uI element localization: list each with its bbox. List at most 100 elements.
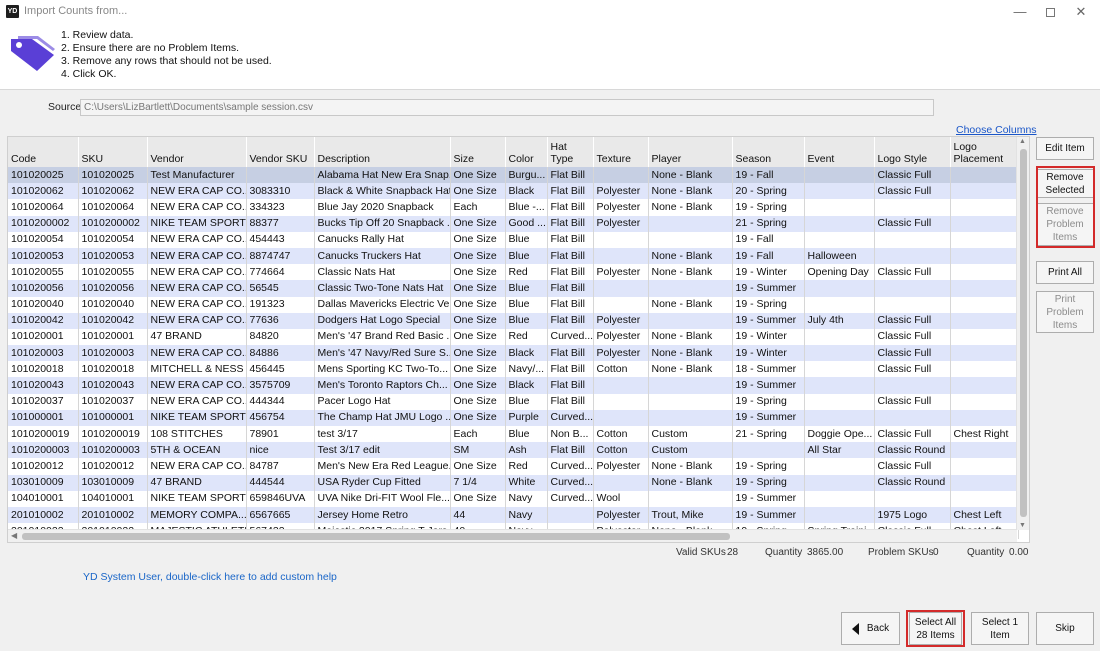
column-header[interactable]: Description (314, 137, 451, 167)
table-cell: None - Blank (648, 345, 733, 362)
horizontal-scrollbar[interactable]: ◀ (8, 529, 1017, 542)
table-row[interactable]: 1010200003 1010200003 5TH & OCEAN nice Test … (8, 442, 1019, 459)
custom-help-link[interactable]: YD System User, double-click here to add… (83, 571, 337, 583)
table-cell: Blue (505, 296, 548, 313)
table-row[interactable]: 101020043 101020043 NEW ERA CAP CO.... 3575… (8, 377, 1019, 394)
table-row[interactable]: 201010002 201010002 MEMORY COMPA... 6567665… (8, 506, 1019, 524)
table-cell: Men's '47 Brand Red Basic ... (314, 328, 451, 346)
table-cell (950, 247, 1019, 265)
column-header[interactable]: Vendor SKU (246, 137, 315, 167)
table-row[interactable]: 103010009 103010009 47 BRAND 444544 USA Ryde… (8, 474, 1019, 491)
table-cell: Classic Full (874, 458, 951, 475)
skip-button[interactable]: Skip (1036, 612, 1094, 645)
table-cell (593, 474, 649, 491)
column-header[interactable]: Player (648, 137, 733, 167)
print-problem-items-button[interactable]: Print Problem Items (1036, 291, 1094, 333)
choose-columns-link[interactable]: Choose Columns (956, 124, 1037, 136)
table-cell: July 4th (804, 312, 875, 329)
table-cell: Men's Toronto Raptors Ch... (314, 377, 451, 394)
remove-problem-items-button[interactable]: Remove Problem Items (1036, 203, 1094, 246)
horizontal-scroll-thumb[interactable] (22, 533, 730, 540)
column-header[interactable]: Color (505, 137, 548, 167)
table-row[interactable]: 101020040 101020040 NEW ERA CAP CO.... 1913… (8, 296, 1019, 313)
table-cell: 19 - Summer (732, 490, 805, 507)
edit-item-button[interactable]: Edit Item (1036, 137, 1094, 160)
table-cell: 19 - Fall (732, 231, 805, 248)
scroll-left-icon[interactable]: ◀ (11, 531, 17, 540)
table-cell (950, 458, 1019, 475)
column-header[interactable]: Hat Type (547, 137, 594, 167)
import-data-grid[interactable]: Code SKU Vendor Vendor SKU Description Size Co… (7, 136, 1030, 543)
table-cell: 19 - Summer (732, 409, 805, 426)
table-cell: Classic Nats Hat (314, 264, 451, 281)
column-header[interactable]: SKU (78, 137, 148, 167)
table-row[interactable]: 101020042 101020042 NEW ERA CAP CO.... 7763… (8, 312, 1019, 329)
maximize-icon[interactable] (1035, 2, 1065, 22)
close-icon[interactable]: ✕ (1066, 2, 1096, 22)
table-cell: Flat Bill (547, 215, 594, 232)
table-row[interactable]: 101020001 101020001 47 BRAND 84820 Men's '47… (8, 328, 1019, 346)
table-cell: 101020040 (78, 296, 148, 313)
table-cell: 21 - Spring (732, 215, 805, 232)
scroll-up-icon[interactable]: ▲ (1019, 138, 1026, 145)
column-header[interactable]: Logo Placement (950, 137, 1019, 167)
minimize-icon[interactable]: — (1005, 2, 1035, 22)
table-cell: 101020018 (8, 361, 79, 378)
instruction-step: 4. Click OK. (61, 68, 117, 80)
table-cell: 77636 (246, 312, 315, 329)
table-row[interactable]: 101020053 101020053 NEW ERA CAP CO.... 8874… (8, 247, 1019, 265)
title-bar: YD Import Counts from... — ✕ (0, 0, 1100, 24)
column-header[interactable]: Logo Style (874, 137, 951, 167)
table-cell: Cotton (593, 442, 649, 459)
column-header[interactable]: Vendor (147, 137, 247, 167)
table-cell (648, 409, 733, 426)
table-row[interactable]: 101000001 101000001 NIKE TEAM SPORTS 456754… (8, 409, 1019, 426)
column-header[interactable]: Size (450, 137, 506, 167)
table-cell: 101020012 (8, 458, 79, 475)
table-row[interactable]: 101020054 101020054 NEW ERA CAP CO.... 4544… (8, 231, 1019, 248)
table-cell: Curved... (547, 409, 594, 426)
table-cell (804, 490, 875, 507)
source-label: Source (48, 101, 82, 113)
source-path-field[interactable] (80, 99, 934, 116)
table-row[interactable]: 101020037 101020037 NEW ERA CAP CO.... 4443… (8, 393, 1019, 410)
select-one-button[interactable]: Select 1 Item (971, 612, 1029, 645)
table-row[interactable]: 101020062 101020062 NEW ERA CAP CO.... 3083… (8, 183, 1019, 200)
table-cell: One Size (450, 328, 506, 346)
table-cell: None - Blank (648, 296, 733, 313)
table-cell (874, 490, 951, 507)
print-all-button[interactable]: Print All (1036, 261, 1094, 284)
column-header[interactable]: Season (732, 137, 805, 167)
table-row[interactable]: 101020056 101020056 NEW ERA CAP CO.... 5654… (8, 280, 1019, 297)
vertical-scroll-thumb[interactable] (1020, 149, 1027, 517)
window-title: Import Counts from... (24, 5, 128, 17)
table-cell: 101020040 (8, 296, 79, 313)
table-row[interactable]: 101020012 101020012 NEW ERA CAP CO.... 8478… (8, 458, 1019, 475)
column-header[interactable]: Event (804, 137, 875, 167)
table-cell: Navy (505, 490, 548, 507)
remove-selected-button[interactable]: Remove Selected (1036, 169, 1094, 198)
table-cell: 101020056 (8, 280, 79, 297)
table-row[interactable]: 101020003 101020003 NEW ERA CAP CO.... 8488… (8, 345, 1019, 362)
column-header[interactable]: Texture (593, 137, 649, 167)
column-header[interactable]: Code (8, 137, 79, 167)
table-cell: Flat Bill (547, 183, 594, 200)
scroll-down-icon[interactable]: ▼ (1019, 522, 1026, 529)
table-row[interactable]: 1010200002 1010200002 NIKE TEAM SPORTS 8837… (8, 215, 1019, 232)
instruction-step: 3. Remove any rows that should not be us… (61, 55, 272, 67)
table-row[interactable]: 101020025 101020025 Test Manufacturer Alaba… (8, 167, 1019, 184)
table-row[interactable]: 104010001 104010001 NIKE TEAM SPORTS 659846… (8, 490, 1019, 507)
table-row[interactable]: 101020064 101020064 NEW ERA CAP CO.... 3343… (8, 199, 1019, 216)
select-all-button[interactable]: Select All 28 Items (909, 612, 962, 645)
main-content: Source Choose Columns CodeSKUVendorVendo… (0, 90, 1100, 651)
table-cell: Test 3/17 edit (314, 442, 451, 459)
table-row[interactable]: 101020018 101020018 MITCHELL & NESS 456445 M… (8, 361, 1019, 378)
back-button[interactable]: Back (841, 612, 900, 645)
table-cell: Blue (505, 312, 548, 329)
table-cell: Flat Bill (547, 393, 594, 410)
vertical-scrollbar[interactable]: ▲ ▼ (1016, 137, 1029, 530)
table-cell: 19 - Summer (732, 377, 805, 394)
table-row[interactable]: 101020055 101020055 NEW ERA CAP CO.... 7746… (8, 264, 1019, 281)
table-row[interactable]: 1010200019 1010200019 108 STITCHES 78901 tes… (8, 426, 1019, 443)
table-cell: Blue Jay 2020 Snapback (314, 199, 451, 216)
